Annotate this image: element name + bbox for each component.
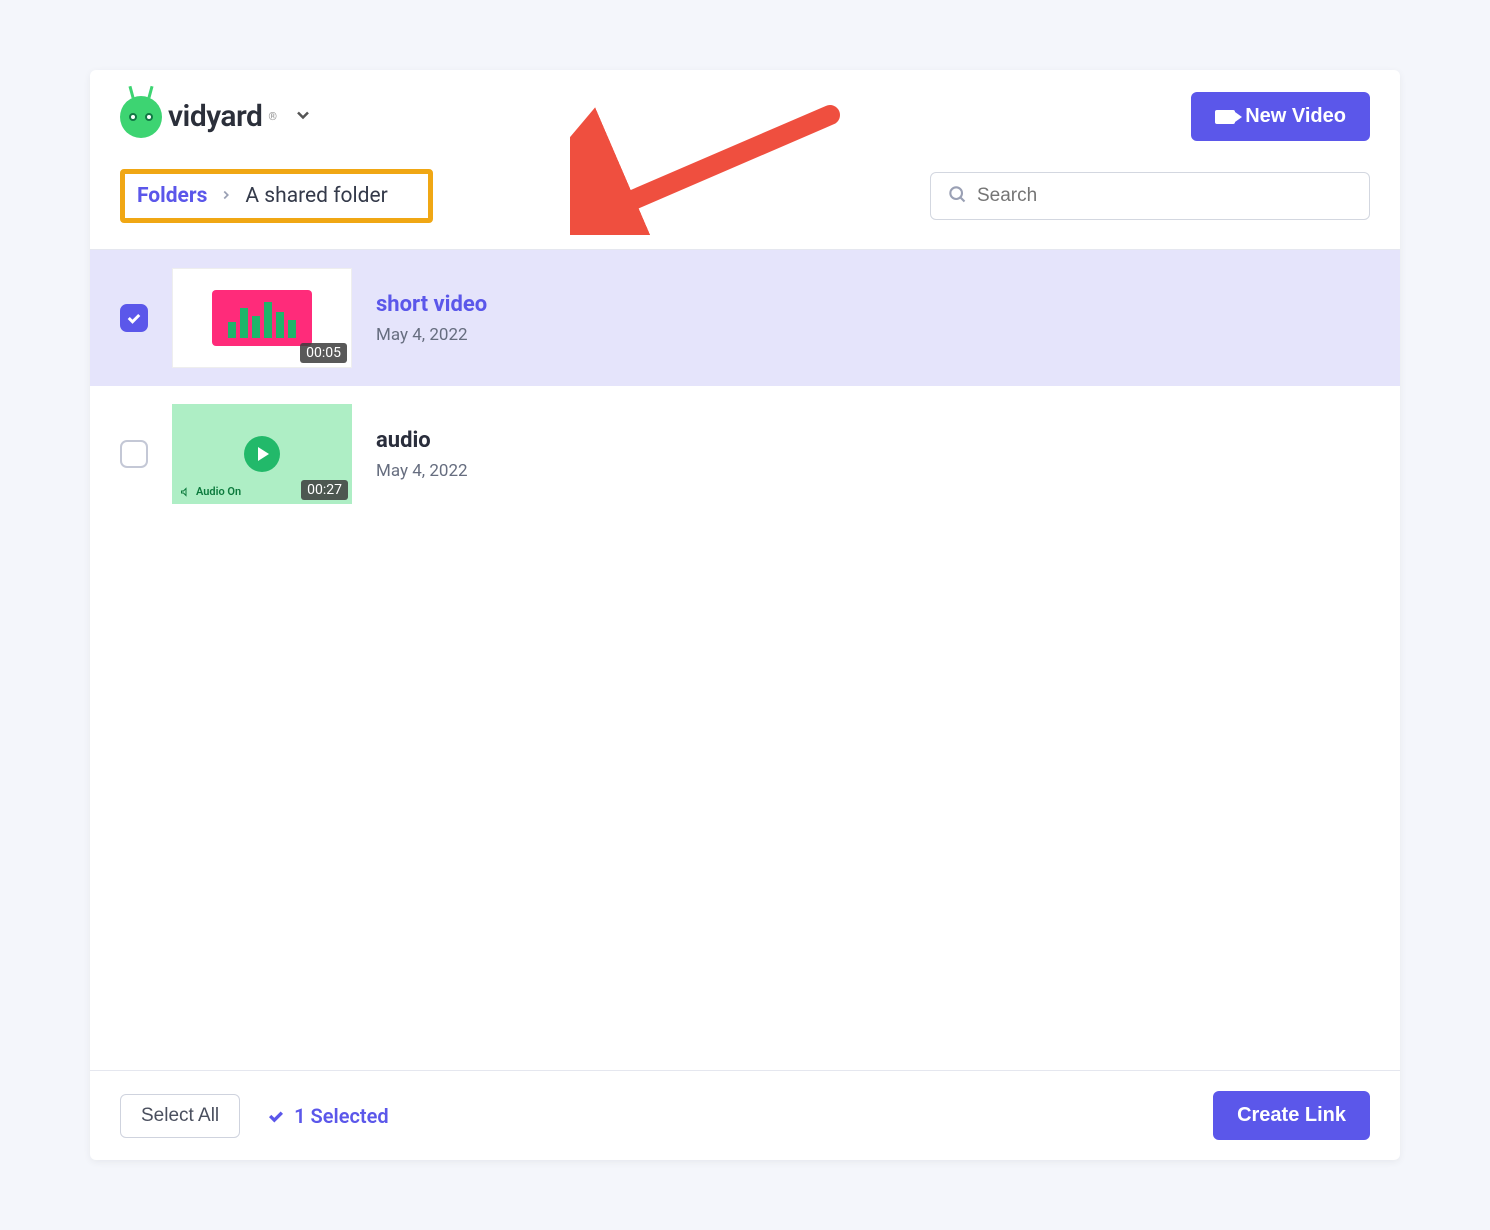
video-title[interactable]: audio [376, 428, 468, 453]
video-date: May 4, 2022 [376, 461, 468, 481]
new-video-button[interactable]: New Video [1191, 92, 1370, 141]
breadcrumb-current: A shared folder [245, 184, 387, 208]
header: vidyard ® New Video [90, 70, 1400, 149]
row-checkbox[interactable] [120, 440, 148, 468]
video-thumbnail[interactable]: 00:05 [172, 268, 352, 368]
brand: vidyard ® [120, 96, 313, 138]
footer: Select All 1 Selected Create Link [90, 1070, 1400, 1160]
row-checkbox[interactable] [120, 304, 148, 332]
logo-mark-icon [120, 96, 162, 138]
row-info: short video May 4, 2022 [376, 292, 487, 345]
row-info: audio May 4, 2022 [376, 428, 468, 481]
video-duration: 00:27 [301, 480, 348, 500]
footer-left: Select All 1 Selected [120, 1094, 389, 1138]
play-icon [244, 436, 280, 472]
video-title[interactable]: short video [376, 292, 487, 317]
video-duration: 00:05 [300, 343, 347, 363]
brand-name: vidyard [168, 99, 262, 134]
selected-count-label: 1 Selected [294, 1104, 389, 1128]
chevron-down-icon[interactable] [293, 105, 313, 129]
subheader: Folders A shared folder [90, 149, 1400, 250]
logo[interactable]: vidyard ® [120, 96, 277, 138]
list-item[interactable]: 00:05 short video May 4, 2022 [90, 250, 1400, 386]
search-field[interactable] [930, 172, 1370, 220]
audio-only-label: Audio On [180, 485, 241, 498]
breadcrumb: Folders A shared folder [120, 169, 433, 223]
chevron-right-icon [219, 184, 233, 208]
create-link-button[interactable]: Create Link [1213, 1091, 1370, 1140]
new-video-label: New Video [1245, 105, 1346, 128]
select-all-button[interactable]: Select All [120, 1094, 240, 1138]
search-input[interactable] [977, 185, 1353, 207]
registered-icon: ® [268, 110, 277, 123]
search-icon [947, 184, 967, 208]
camera-icon [1215, 110, 1235, 124]
video-thumbnail[interactable]: Audio On 00:27 [172, 404, 352, 504]
app-window: vidyard ® New Video Folders A shared fol… [90, 70, 1400, 1160]
list-item[interactable]: Audio On 00:27 audio May 4, 2022 [90, 386, 1400, 522]
selected-count: 1 Selected [266, 1104, 389, 1128]
check-icon [266, 1106, 286, 1126]
video-date: May 4, 2022 [376, 325, 487, 345]
video-list: 00:05 short video May 4, 2022 Audio On 0… [90, 250, 1400, 1070]
breadcrumb-root-link[interactable]: Folders [137, 184, 207, 208]
